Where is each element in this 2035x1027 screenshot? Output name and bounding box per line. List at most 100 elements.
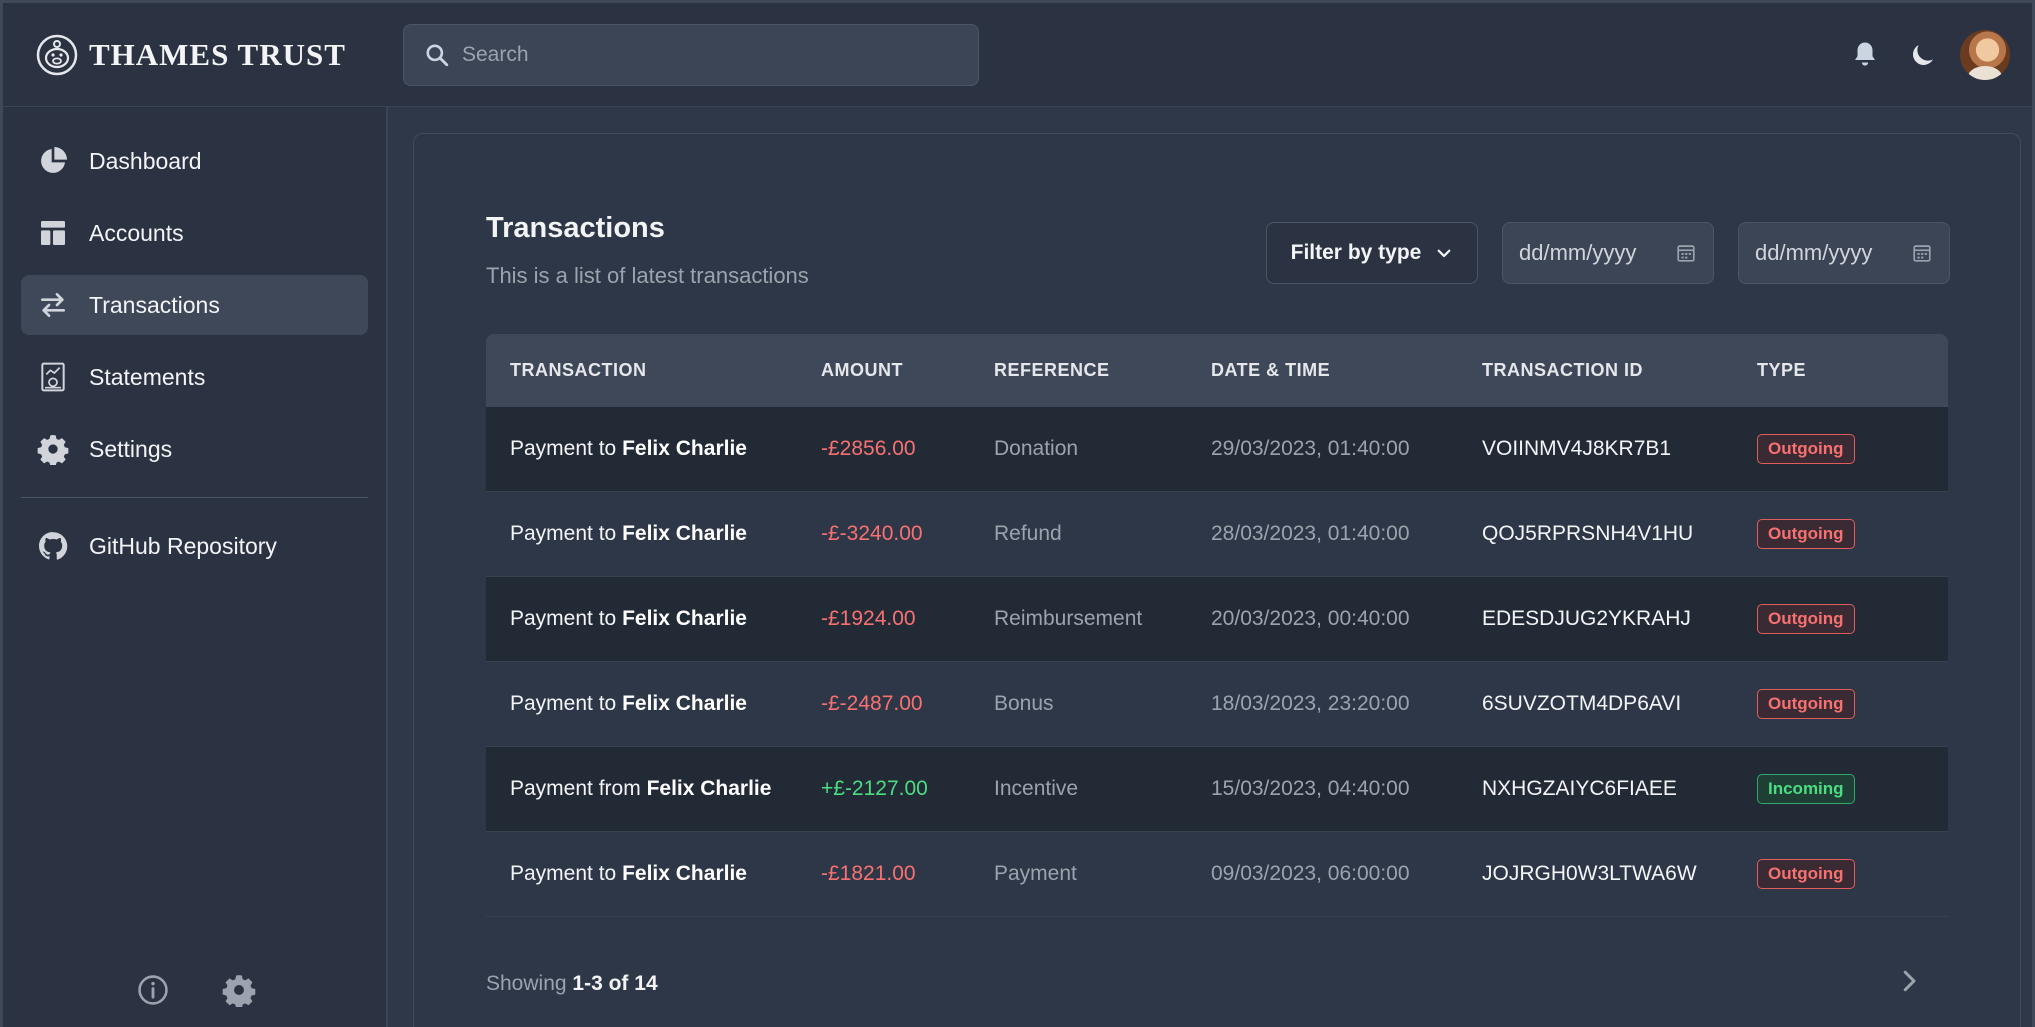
app-window: THAMES TRUST Search Dashboard Accounts T…	[0, 0, 2035, 1027]
page-range: 1-3	[572, 972, 603, 995]
sidebar: Dashboard Accounts Transactions Statemen…	[3, 107, 388, 1027]
sidebar-item-label: Dashboard	[89, 147, 202, 174]
sidebar-item-statements[interactable]: Statements	[21, 347, 368, 407]
transaction-prefix: Payment to	[510, 692, 617, 715]
brand-name: THAMES TRUST	[89, 36, 346, 72]
datetime-cell: 20/03/2023, 00:40:00	[1211, 607, 1410, 630]
date-to-field[interactable]: dd/mm/yyyy	[1738, 222, 1950, 284]
sidebar-item-label: Settings	[89, 435, 173, 462]
amount-cell: -£2856.00	[821, 437, 916, 460]
pagination-summary: Showing 1-3 of 14	[486, 972, 658, 996]
sidebar-divider	[21, 497, 368, 498]
notifications-button[interactable]	[1836, 26, 1894, 84]
transaction-id-cell: JOJRGH0W3LTWA6W	[1482, 862, 1697, 885]
datetime-cell: 28/03/2023, 01:40:00	[1211, 522, 1410, 545]
sidebar-item-settings[interactable]: Settings	[21, 419, 368, 479]
pie-chart-icon	[41, 147, 67, 173]
amount-cell: -£1821.00	[821, 862, 916, 885]
piggy-bank-icon	[36, 34, 78, 75]
table-row[interactable]: Payment to Felix Charlie -£-2487.00 Bonu…	[486, 662, 1948, 747]
info-icon[interactable]	[136, 973, 170, 1007]
reference-cell: Refund	[994, 522, 1062, 545]
column-header-amount[interactable]: AMOUNT	[821, 360, 994, 381]
table-row[interactable]: Payment from Felix Charlie +£-2127.00 In…	[486, 747, 1948, 832]
type-cell: Outgoing	[1757, 434, 1948, 464]
brand[interactable]: THAMES TRUST	[35, 33, 401, 77]
transaction-prefix: Payment to	[510, 437, 617, 460]
search-input[interactable]	[462, 42, 978, 67]
card-header: Transactions This is a list of latest tr…	[486, 212, 809, 289]
type-cell: Outgoing	[1757, 859, 1948, 889]
moon-icon	[1913, 44, 1933, 65]
date-to-placeholder: dd/mm/yyyy	[1755, 240, 1873, 265]
type-cell: Outgoing	[1757, 519, 1948, 549]
reference-cell: Payment	[994, 862, 1077, 885]
sidebar-footer	[3, 973, 388, 1007]
column-header-date-time[interactable]: DATE & TIME	[1211, 360, 1482, 381]
table-row[interactable]: Payment to Felix Charlie -£1821.00 Payme…	[486, 832, 1948, 917]
column-header-type[interactable]: TYPE	[1757, 360, 1948, 381]
showing-label: Showing	[486, 972, 567, 995]
table-row[interactable]: Payment to Felix Charlie -£2856.00 Donat…	[486, 407, 1948, 492]
counterparty-name: Felix Charlie	[622, 862, 747, 885]
counterparty-name: Felix Charlie	[622, 607, 747, 630]
sidebar-item-accounts[interactable]: Accounts	[21, 203, 368, 263]
gear-icon	[37, 435, 69, 465]
sidebar-item-label: Statements	[89, 363, 206, 390]
counterparty-name: Felix Charlie	[622, 522, 747, 545]
type-cell: Outgoing	[1757, 604, 1948, 634]
sidebar-item-label: GitHub Repository	[89, 532, 277, 559]
transaction-id-cell: QOJ5RPRSNH4V1HU	[1482, 522, 1694, 545]
search-box[interactable]	[403, 23, 979, 86]
sidebar-item-transactions[interactable]: Transactions	[21, 275, 368, 335]
table-row[interactable]: Payment to Felix Charlie -£-3240.00 Refu…	[486, 492, 1948, 577]
avatar[interactable]	[1960, 29, 2010, 80]
header-actions	[1836, 26, 2010, 84]
page-subtitle: This is a list of latest transactions	[486, 263, 809, 288]
statement-icon	[41, 362, 65, 392]
arrows-swap-icon	[41, 293, 65, 317]
theme-toggle-button[interactable]	[1894, 26, 1952, 84]
status-badge: Outgoing	[1757, 519, 1855, 549]
calendar-icon[interactable]	[1675, 242, 1697, 264]
of-label: of	[608, 972, 629, 995]
gear-icon[interactable]	[222, 973, 256, 1007]
filter-by-type-label: Filter by type	[1290, 241, 1422, 264]
counterparty-name: Felix Charlie	[646, 777, 772, 800]
status-badge: Outgoing	[1757, 604, 1855, 634]
table-row[interactable]: Payment to Felix Charlie -£1924.00 Reimb…	[486, 577, 1948, 662]
transaction-prefix: Payment to	[510, 862, 617, 885]
type-cell: Outgoing	[1757, 689, 1948, 719]
transaction-cell: Payment to Felix Charlie	[486, 692, 821, 716]
status-badge: Outgoing	[1757, 689, 1855, 719]
type-cell: Incoming	[1757, 774, 1948, 804]
filter-by-type-button[interactable]: Filter by type	[1266, 222, 1478, 284]
layout-icon	[41, 221, 65, 245]
reference-cell: Reimbursement	[994, 607, 1143, 630]
amount-cell: -£1924.00	[821, 607, 916, 630]
transaction-cell: Payment to Felix Charlie	[486, 437, 821, 461]
amount-cell: -£-3240.00	[821, 522, 923, 545]
bell-icon	[1855, 42, 1875, 66]
chevron-right-icon	[1903, 970, 1916, 992]
datetime-cell: 29/03/2023, 01:40:00	[1211, 437, 1410, 460]
sidebar-item-label: Accounts	[89, 219, 184, 246]
transaction-id-cell: 6SUVZOTM4DP6AVI	[1482, 692, 1682, 715]
column-header-transaction[interactable]: TRANSACTION	[486, 360, 821, 381]
page-title: Transactions	[486, 212, 665, 244]
column-header-transaction-id[interactable]: TRANSACTION ID	[1482, 360, 1757, 381]
status-badge: Outgoing	[1757, 859, 1855, 889]
date-from-field[interactable]: dd/mm/yyyy	[1502, 222, 1714, 284]
transaction-prefix: Payment from	[510, 777, 641, 800]
status-badge: Outgoing	[1757, 434, 1855, 464]
transaction-prefix: Payment to	[510, 522, 617, 545]
column-header-reference[interactable]: REFERENCE	[994, 360, 1211, 381]
date-from-placeholder: dd/mm/yyyy	[1519, 240, 1637, 265]
calendar-icon[interactable]	[1911, 242, 1933, 264]
sidebar-item-dashboard[interactable]: Dashboard	[21, 131, 368, 191]
next-page-button[interactable]	[1894, 966, 1924, 996]
transaction-id-cell: NXHGZAIYC6FIAEE	[1482, 777, 1677, 800]
sidebar-item-github[interactable]: GitHub Repository	[21, 516, 368, 576]
transactions-table: TRANSACTION AMOUNT REFERENCE DATE & TIME…	[486, 334, 1948, 917]
transaction-id-cell: EDESDJUG2YKRAHJ	[1482, 607, 1691, 630]
